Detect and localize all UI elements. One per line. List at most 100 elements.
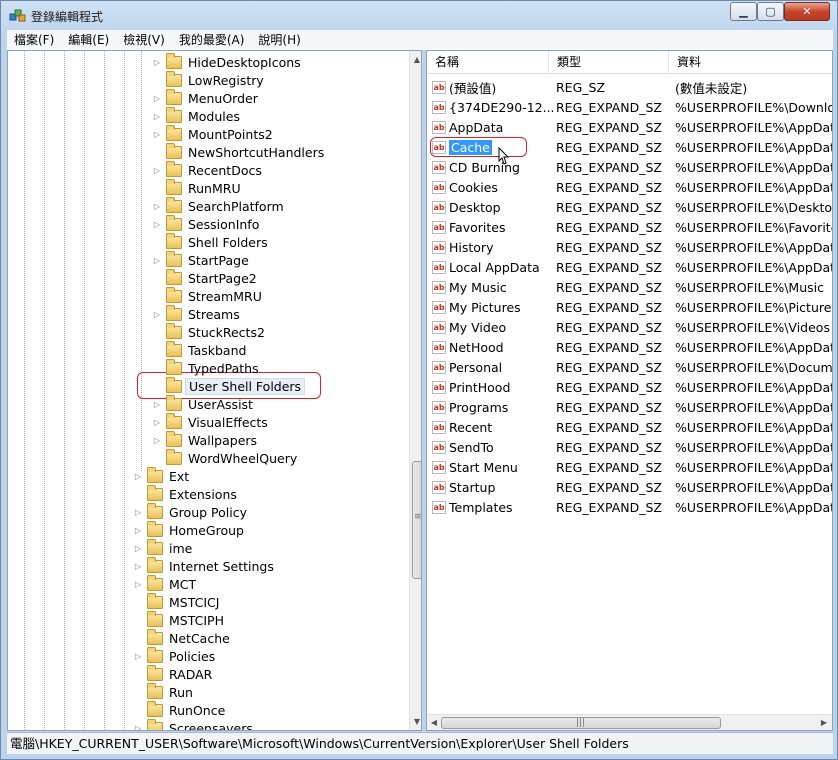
registry-value-row[interactable]: ab NetHood REG_EXPAND_SZ %USERPROFILE%\AppD… bbox=[427, 337, 832, 357]
tree-key-item[interactable]: ▷ Modules bbox=[152, 106, 243, 125]
tree-vertical-scrollbar[interactable]: ▲ ≡ ▼ bbox=[409, 51, 421, 730]
title-bar[interactable]: 登錄編輯程式 ▁ ▢ ✕ bbox=[1, 1, 837, 30]
registry-value-row[interactable]: ab Start Menu REG_EXPAND_SZ %USERPROFILE%\A… bbox=[427, 457, 832, 477]
tree-key-item[interactable]: ▷ Wallpapers bbox=[152, 430, 260, 449]
menu-file[interactable]: 檔案(F) bbox=[7, 30, 61, 50]
tree-key-item[interactable]: RunMRU bbox=[152, 178, 244, 197]
tree-key-item[interactable]: ▷ MountPoints2 bbox=[152, 124, 276, 143]
menu-help[interactable]: 說明(H) bbox=[251, 30, 307, 50]
triangle-right-icon[interactable]: ▷ bbox=[152, 112, 162, 121]
tree-key-item[interactable]: ▷ RecentDocs bbox=[152, 160, 265, 179]
column-header-data[interactable]: 資料 bbox=[669, 51, 832, 74]
registry-value-row[interactable]: ab Local AppData REG_EXPAND_SZ %USERPROFILE… bbox=[427, 257, 832, 277]
tree-key-item[interactable]: ▷ Screensavers bbox=[133, 718, 256, 731]
tree-key-item[interactable]: Run bbox=[133, 682, 196, 701]
values-list-pane[interactable]: 名稱 類型 資料 ◀ ||| ▶ ab (預設值) REG_SZ (數值未設定) ab{… bbox=[426, 50, 833, 731]
list-scroll-thumb[interactable]: ||| bbox=[441, 717, 721, 729]
registry-value-row[interactable]: ab Startup REG_EXPAND_SZ %USERPROFILE%\AppD… bbox=[427, 477, 832, 497]
tree-key-item[interactable]: ▷ SearchPlatform bbox=[152, 196, 287, 215]
triangle-right-icon[interactable]: ▷ bbox=[133, 508, 143, 517]
registry-value-row[interactable]: ab History REG_EXPAND_SZ %USERPROFILE%\AppD… bbox=[427, 237, 832, 257]
tree-key-item[interactable]: Taskband bbox=[152, 340, 249, 359]
column-header-type[interactable]: 類型 bbox=[549, 51, 669, 74]
menu-edit[interactable]: 編輯(E) bbox=[61, 30, 116, 50]
tree-key-item[interactable]: ▷ Internet Settings bbox=[133, 556, 277, 575]
tree-key-item[interactable]: MSTCIPH bbox=[133, 610, 227, 629]
triangle-right-icon[interactable]: ▷ bbox=[152, 418, 162, 427]
tree-key-item[interactable]: ▷ VisualEffects bbox=[152, 412, 271, 431]
tree-key-item[interactable]: Extensions bbox=[133, 484, 240, 503]
minimize-button[interactable]: ▁ bbox=[730, 2, 757, 21]
triangle-right-icon[interactable]: ▷ bbox=[152, 94, 162, 103]
registry-value-row[interactable]: ab AppData REG_EXPAND_SZ %USERPROFILE%\AppD… bbox=[427, 117, 832, 137]
triangle-right-icon[interactable]: ▷ bbox=[152, 220, 162, 229]
triangle-right-icon[interactable]: ▷ bbox=[152, 130, 162, 139]
triangle-right-icon[interactable]: ▷ bbox=[152, 166, 162, 175]
tree-key-item[interactable]: StuckRects2 bbox=[152, 322, 268, 341]
tree-key-item[interactable]: ▷ SessionInfo bbox=[152, 214, 262, 233]
triangle-right-icon[interactable]: ▷ bbox=[133, 580, 143, 589]
scroll-right-icon[interactable]: ▶ bbox=[817, 718, 831, 727]
key-tree-pane[interactable]: ▲ ≡ ▼ ▷ HideDesktopIcons LowRegistry ▷ MenuO… bbox=[7, 50, 422, 731]
scroll-down-icon[interactable]: ▼ bbox=[410, 717, 421, 726]
tree-key-item[interactable]: ▷ UserAssist bbox=[152, 394, 256, 413]
tree-key-item[interactable]: MSTCICJ bbox=[133, 592, 222, 611]
tree-key-item[interactable]: User Shell Folders bbox=[152, 376, 306, 395]
tree-key-item[interactable]: ▷ Group Policy bbox=[133, 502, 250, 521]
triangle-right-icon[interactable]: ▷ bbox=[152, 202, 162, 211]
registry-value-row[interactable]: ab CD Burning REG_EXPAND_SZ %USERPROFILE%\A… bbox=[427, 157, 832, 177]
tree-key-item[interactable]: ▷ MenuOrder bbox=[152, 88, 261, 107]
triangle-right-icon[interactable]: ▷ bbox=[133, 526, 143, 535]
triangle-right-icon[interactable]: ▷ bbox=[133, 472, 143, 481]
registry-value-row[interactable]: ab Templates REG_EXPAND_SZ %USERPROFILE%\Ap… bbox=[427, 497, 832, 517]
tree-key-item[interactable]: Shell Folders bbox=[152, 232, 271, 251]
registry-value-row[interactable]: ab Desktop REG_EXPAND_SZ %USERPROFILE%\Desk… bbox=[427, 197, 832, 217]
maximize-button[interactable]: ▢ bbox=[757, 2, 784, 21]
triangle-right-icon[interactable]: ▷ bbox=[152, 58, 162, 67]
triangle-right-icon[interactable]: ▷ bbox=[133, 724, 143, 731]
column-header-name[interactable]: 名稱 bbox=[427, 51, 549, 74]
triangle-right-icon[interactable]: ▷ bbox=[152, 256, 162, 265]
list-horizontal-scrollbar[interactable]: ◀ ||| ▶ bbox=[427, 714, 832, 730]
triangle-right-icon[interactable]: ▷ bbox=[133, 652, 143, 661]
menu-favorites[interactable]: 我的最愛(A) bbox=[172, 30, 252, 50]
close-button[interactable]: ✕ bbox=[784, 2, 830, 21]
registry-value-row[interactable]: ab My Video REG_EXPAND_SZ %USERPROFILE%\Vid… bbox=[427, 317, 832, 337]
tree-key-item[interactable]: LowRegistry bbox=[152, 70, 267, 89]
registry-value-row[interactable]: ab {374DE290-12... REG_EXPAND_SZ %USERPROFI… bbox=[427, 97, 832, 117]
tree-key-item[interactable]: NewShortcutHandlers bbox=[152, 142, 327, 161]
tree-key-item[interactable]: NetCache bbox=[133, 628, 233, 647]
registry-value-row[interactable]: ab My Pictures REG_EXPAND_SZ %USERPROFILE%\… bbox=[427, 297, 832, 317]
triangle-right-icon[interactable]: ▷ bbox=[133, 544, 143, 553]
tree-key-item[interactable]: ▷ MCT bbox=[133, 574, 199, 593]
registry-value-row[interactable]: ab SendTo REG_EXPAND_SZ %USERPROFILE%\AppDa… bbox=[427, 437, 832, 457]
tree-key-item[interactable]: TypedPaths bbox=[152, 358, 262, 377]
tree-key-item[interactable]: WordWheelQuery bbox=[152, 448, 300, 467]
tree-key-item[interactable]: RunOnce bbox=[133, 700, 228, 719]
registry-value-row[interactable]: ab Cache REG_EXPAND_SZ %USERPROFILE%\AppDat… bbox=[427, 137, 832, 157]
tree-key-item[interactable]: StartPage2 bbox=[152, 268, 260, 287]
registry-value-row[interactable]: ab Programs REG_EXPAND_SZ %USERPROFILE%\App… bbox=[427, 397, 832, 417]
triangle-right-icon[interactable]: ▷ bbox=[133, 562, 143, 571]
registry-value-row[interactable]: ab Personal REG_EXPAND_SZ %USERPROFILE%\Doc… bbox=[427, 357, 832, 377]
menu-view[interactable]: 檢視(V) bbox=[116, 30, 172, 50]
registry-value-row[interactable]: ab Cookies REG_EXPAND_SZ %USERPROFILE%\AppD… bbox=[427, 177, 832, 197]
tree-key-item[interactable]: ▷ HideDesktopIcons bbox=[152, 52, 304, 71]
tree-key-item[interactable]: ▷ Policies bbox=[133, 646, 218, 665]
registry-value-row[interactable]: ab PrintHood REG_EXPAND_SZ %USERPROFILE%\Ap… bbox=[427, 377, 832, 397]
registry-value-row[interactable]: ab My Music REG_EXPAND_SZ %USERPROFILE%\Mus… bbox=[427, 277, 832, 297]
tree-key-item[interactable]: RADAR bbox=[133, 664, 215, 683]
triangle-right-icon[interactable]: ▷ bbox=[152, 400, 162, 409]
triangle-right-icon[interactable]: ▷ bbox=[152, 310, 162, 319]
triangle-right-icon[interactable]: ▷ bbox=[152, 436, 162, 445]
tree-key-item[interactable]: ▷ HomeGroup bbox=[133, 520, 247, 539]
scroll-up-icon[interactable]: ▲ bbox=[410, 55, 421, 64]
scroll-left-icon[interactable]: ◀ bbox=[427, 718, 441, 727]
registry-value-row[interactable]: ab (預設值) REG_SZ (數值未設定) bbox=[427, 77, 832, 97]
tree-key-item[interactable]: ▷ StartPage bbox=[152, 250, 252, 269]
tree-key-item[interactable]: ▷ Streams bbox=[152, 304, 243, 323]
registry-value-row[interactable]: ab Favorites REG_EXPAND_SZ %USERPROFILE%\Fa… bbox=[427, 217, 832, 237]
registry-value-row[interactable]: ab Recent REG_EXPAND_SZ %USERPROFILE%\AppDa… bbox=[427, 417, 832, 437]
tree-scroll-thumb[interactable]: ≡ bbox=[412, 461, 421, 579]
tree-key-item[interactable]: ▷ Ext bbox=[133, 466, 192, 485]
